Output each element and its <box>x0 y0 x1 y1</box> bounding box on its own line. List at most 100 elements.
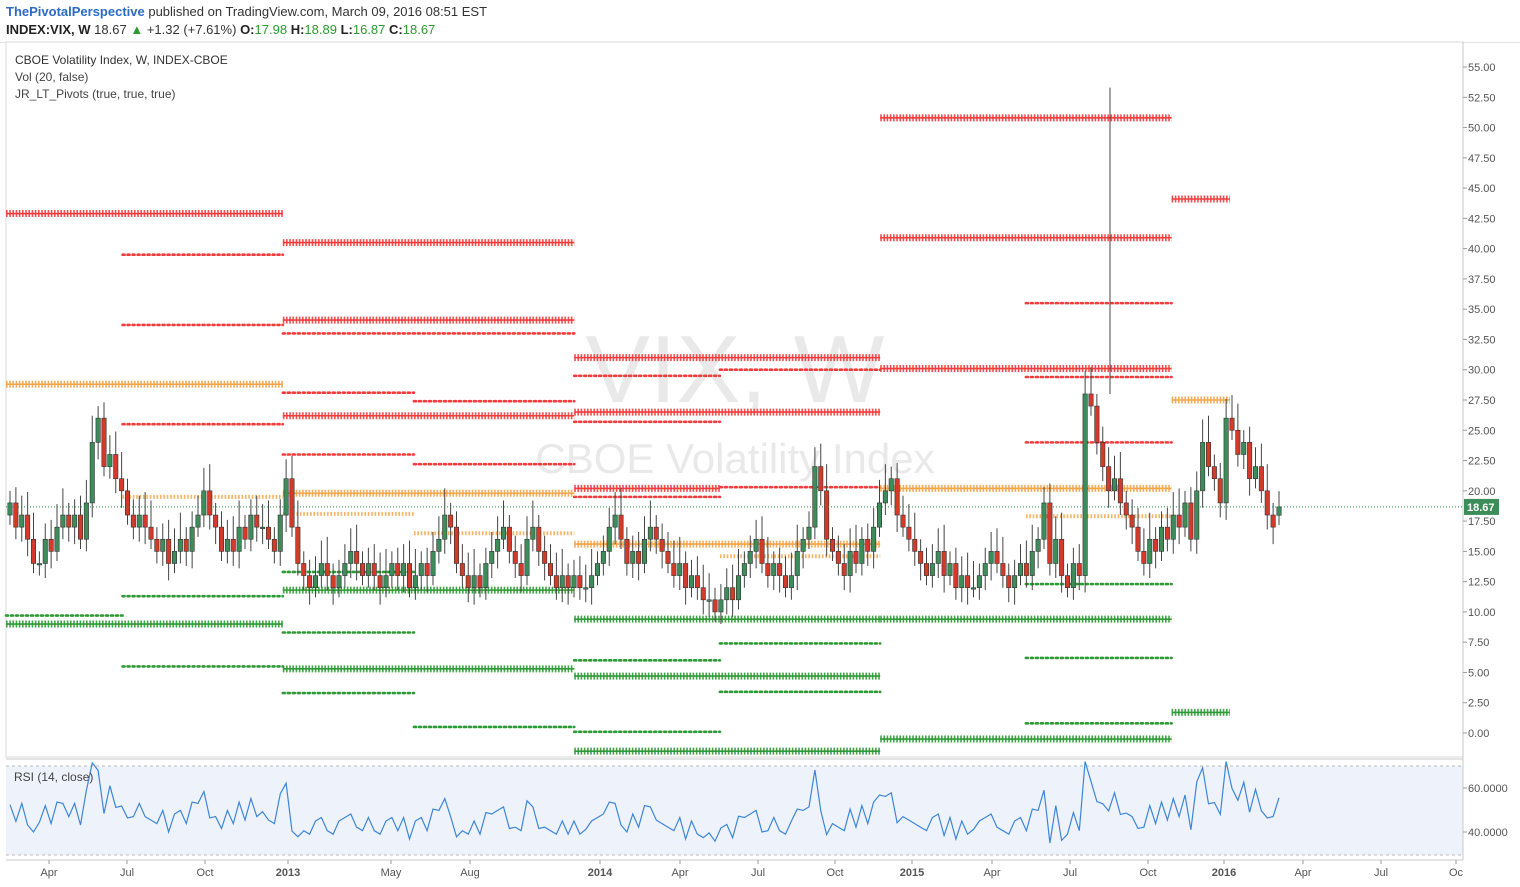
candle-body <box>195 514 201 528</box>
price-tick-label: 10.00 <box>1468 607 1496 619</box>
candle-body <box>148 526 154 540</box>
rsi-legend[interactable]: RSI (14, close) <box>14 770 93 784</box>
candle-body <box>747 551 753 564</box>
candle-body <box>923 563 929 576</box>
price-tick-label: 20.00 <box>1468 486 1496 498</box>
candle-body <box>800 538 806 552</box>
candle-body <box>342 563 348 576</box>
price-chart[interactable]: VIX, WCBOE Volatility Index55.0052.5050.… <box>0 0 1520 887</box>
price-tick-label: 47.50 <box>1468 153 1496 165</box>
candle-body <box>1200 442 1206 492</box>
candle-body <box>612 514 618 528</box>
candle-body <box>759 538 765 564</box>
candle-body <box>277 514 283 552</box>
price-tick-label: 15.00 <box>1468 546 1496 558</box>
price-tick-label: 0.00 <box>1468 728 1489 740</box>
candle-body <box>371 563 377 576</box>
candle-body <box>377 575 383 588</box>
candle-body <box>965 575 971 588</box>
candle-body <box>348 551 354 564</box>
candle-body <box>383 575 389 588</box>
price-tick-label: 37.50 <box>1468 274 1496 286</box>
candle-body <box>1247 442 1253 480</box>
price-tick-label: 17.50 <box>1468 516 1496 528</box>
candle-body <box>1006 575 1012 588</box>
candle-body <box>295 526 301 564</box>
candle-body <box>130 514 136 528</box>
price-tick-label: 25.00 <box>1468 425 1496 437</box>
candle-body <box>83 502 89 540</box>
candle-body <box>935 551 941 564</box>
candle-body <box>1159 526 1165 552</box>
candle-body <box>724 587 730 601</box>
series-legend[interactable]: CBOE Volatility Index, W, INDEX-CBOE <box>15 53 228 67</box>
candle-body <box>524 538 530 576</box>
candle-body <box>865 538 871 552</box>
candle-body <box>177 538 183 552</box>
candle-body <box>1059 538 1065 576</box>
candle-body <box>1270 514 1276 528</box>
price-tick-label: 55.00 <box>1468 62 1496 74</box>
candle-body <box>465 575 471 588</box>
candle-body <box>142 514 148 528</box>
candle-body <box>1211 466 1217 480</box>
candle-body <box>1164 526 1170 540</box>
candle-body <box>483 563 489 588</box>
candle-body <box>1123 502 1129 516</box>
candle-body <box>565 575 571 588</box>
time-tick-label: Jul <box>751 867 765 879</box>
candle-body <box>812 466 818 528</box>
candle-body <box>1047 502 1053 564</box>
pivots-legend[interactable]: JR_LT_Pivots (true, true, true) <box>15 87 176 101</box>
candle-body <box>283 478 289 516</box>
candle-body <box>442 514 448 540</box>
candle-body <box>401 563 407 576</box>
candle-body <box>312 575 318 588</box>
time-tick-label: 2015 <box>900 867 924 879</box>
candle-body <box>119 478 125 492</box>
candle-body <box>1023 563 1029 576</box>
candle-body <box>189 526 195 552</box>
candle-body <box>571 575 577 588</box>
candle-body <box>471 575 477 588</box>
candle-body <box>665 551 671 564</box>
time-tick-label: May <box>381 867 402 879</box>
candle-body <box>242 526 248 540</box>
price-tick-label: 40.00 <box>1468 244 1496 256</box>
candle-body <box>330 575 336 588</box>
candle-body <box>307 575 313 588</box>
candle-body <box>730 587 736 601</box>
price-tick-label: 35.00 <box>1468 304 1496 316</box>
candle-body <box>271 538 277 552</box>
candle-body <box>236 526 242 552</box>
price-tick-label: 30.00 <box>1468 365 1496 377</box>
candle-body <box>1100 442 1106 467</box>
candle-body <box>929 563 935 576</box>
candle-body <box>201 490 207 516</box>
candle-body <box>48 538 54 552</box>
candle-body <box>72 514 78 528</box>
candle-body <box>1153 538 1159 552</box>
candle-body <box>336 575 342 588</box>
candle-body <box>89 442 95 504</box>
candle-body <box>395 563 401 576</box>
candle-body <box>213 514 219 528</box>
candle-body <box>19 514 25 528</box>
candle-body <box>547 563 553 576</box>
candle-body <box>359 563 365 576</box>
candle-body <box>577 575 583 588</box>
candle-body <box>777 563 783 576</box>
candle-body <box>1135 526 1141 552</box>
candle-body <box>653 526 659 540</box>
candle-body <box>1170 514 1176 540</box>
candle-body <box>406 563 412 588</box>
candle-body <box>219 526 225 552</box>
candle-body <box>25 514 31 540</box>
volume-legend[interactable]: Vol (20, false) <box>15 70 88 84</box>
candle-body <box>847 551 853 576</box>
candle-body <box>1235 429 1241 455</box>
candle-body <box>1147 538 1153 564</box>
candle-body <box>1206 442 1212 467</box>
candle-body <box>418 563 424 576</box>
candle-body <box>1029 551 1035 576</box>
